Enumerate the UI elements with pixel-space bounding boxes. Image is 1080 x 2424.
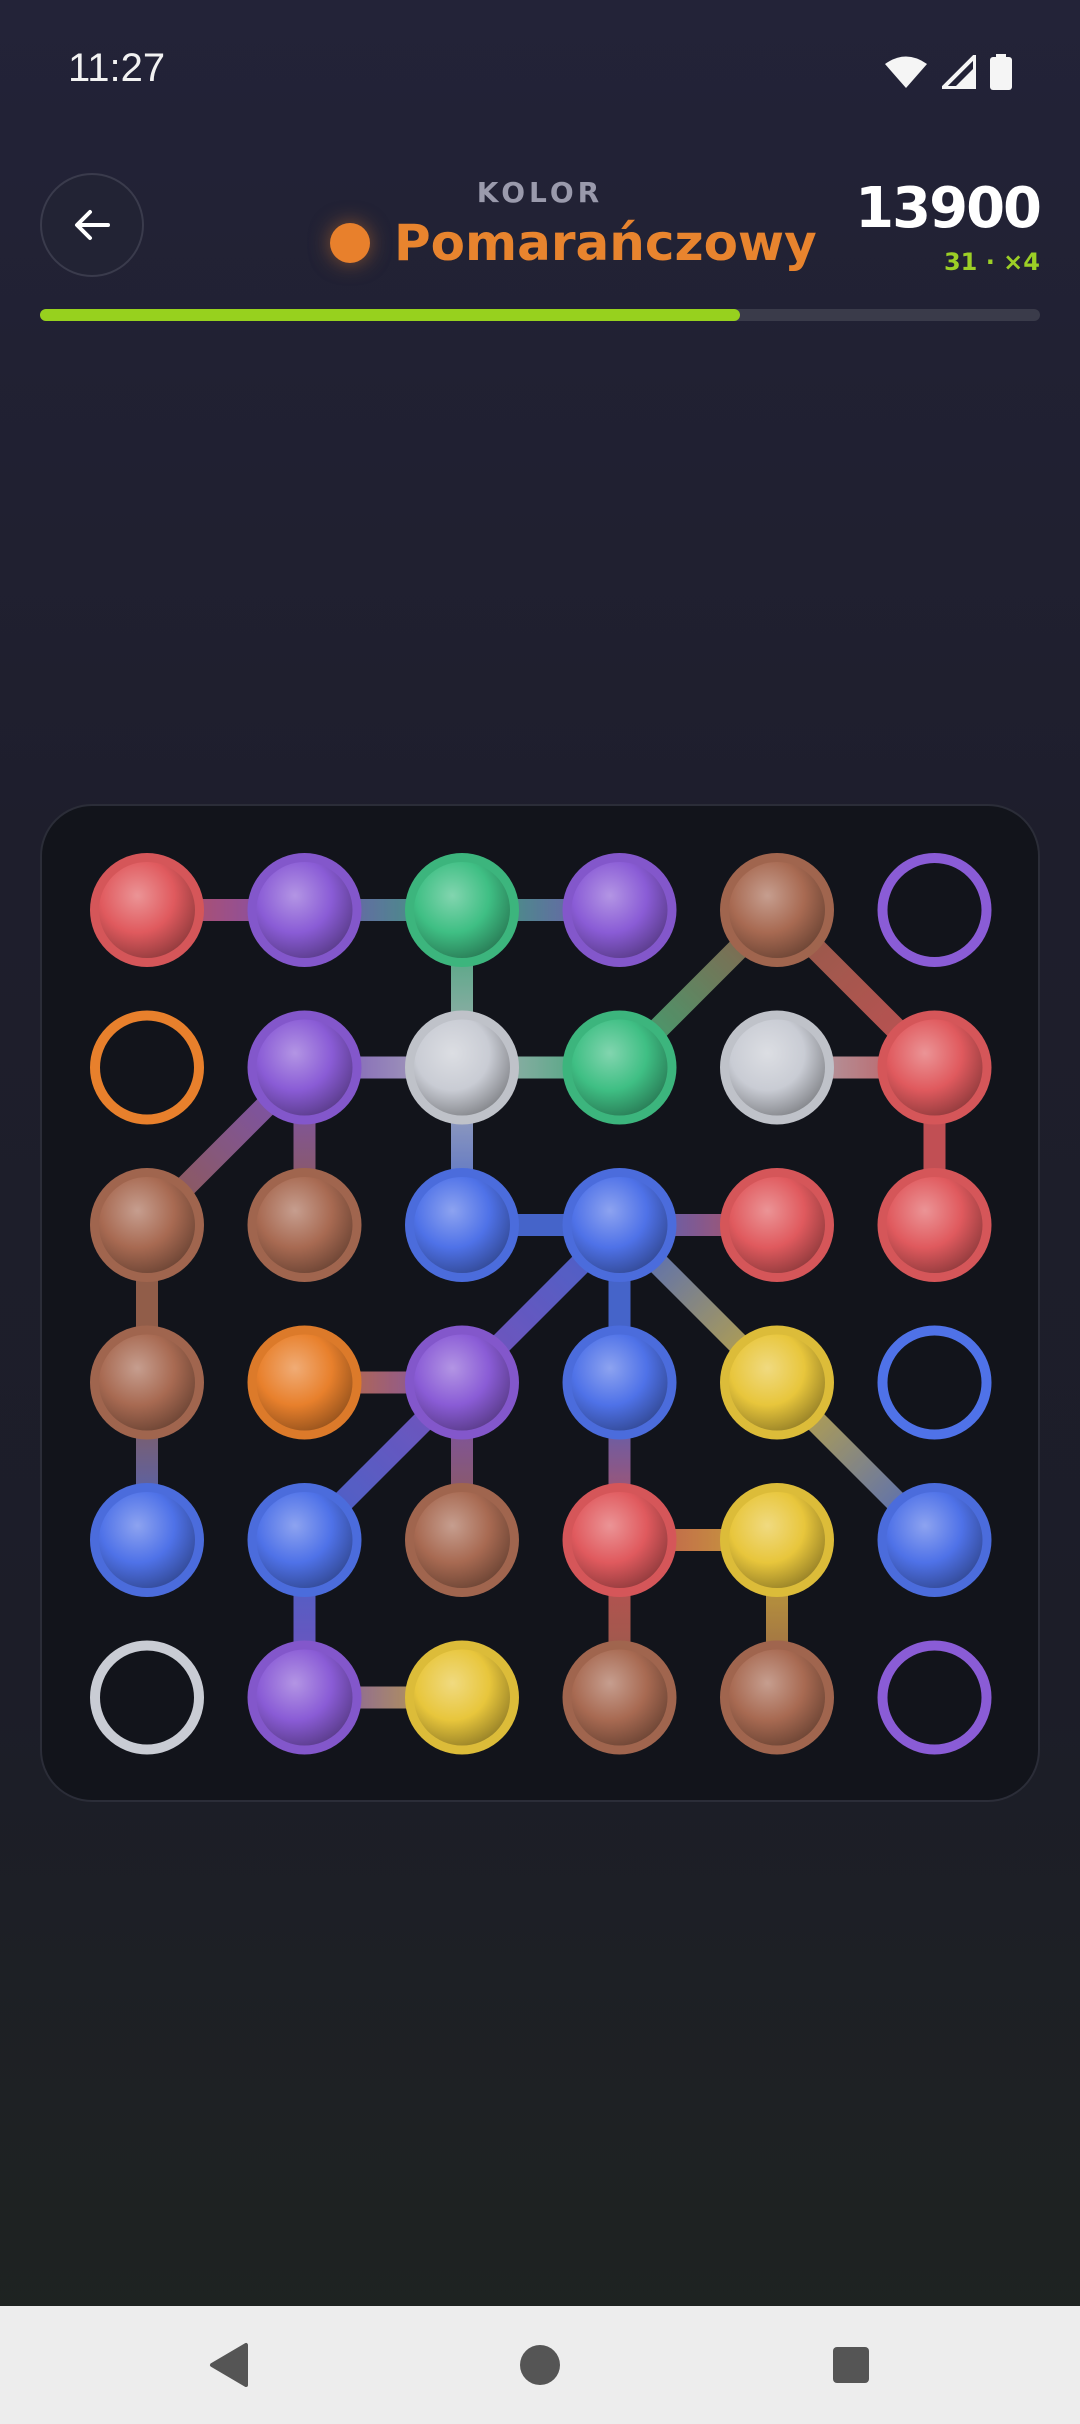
board-node-brown[interactable]	[90, 1325, 204, 1440]
board-node-blue[interactable]	[562, 1168, 677, 1282]
board-node-purple[interactable]	[247, 1640, 362, 1755]
status-bar: 11:27	[0, 0, 1080, 150]
board-node-brown[interactable]	[720, 853, 834, 967]
status-time: 11:27	[68, 46, 166, 90]
board-node-purple-empty[interactable]	[877, 1640, 992, 1755]
board-node-red[interactable]	[562, 1483, 677, 1597]
board-node-brown[interactable]	[247, 1168, 362, 1282]
nav-home-icon	[520, 2345, 560, 2385]
board-node-red[interactable]	[877, 1010, 992, 1125]
cellular-signal-icon	[942, 55, 976, 89]
board-node-purple[interactable]	[562, 853, 677, 967]
board-node-brown[interactable]	[562, 1640, 677, 1755]
board-node-blue[interactable]	[877, 1483, 992, 1597]
board-node-purple[interactable]	[247, 853, 362, 967]
board-node-brown[interactable]	[720, 1640, 834, 1755]
board-node-red[interactable]	[877, 1168, 992, 1282]
game-board[interactable]	[40, 804, 1040, 1802]
score: 13900	[855, 176, 1042, 241]
target-color-name: Pomarańczowy	[394, 214, 817, 272]
board-node-purple[interactable]	[405, 1325, 519, 1440]
board-node-purple[interactable]	[247, 1010, 362, 1125]
progress-bar	[40, 309, 1040, 321]
status-icons	[884, 54, 1012, 90]
board-node-green[interactable]	[405, 853, 519, 967]
board-node-yellow[interactable]	[720, 1483, 834, 1597]
board-node-brown[interactable]	[405, 1483, 519, 1597]
board-node-blue-empty[interactable]	[877, 1325, 992, 1440]
board-node-yellow[interactable]	[405, 1640, 519, 1755]
board-node-orange-empty[interactable]	[90, 1010, 204, 1125]
target-color: Pomarańczowy	[330, 214, 817, 272]
board-node-red[interactable]	[90, 853, 204, 967]
nav-back-button[interactable]	[193, 2330, 263, 2400]
board-node-yellow[interactable]	[720, 1325, 834, 1440]
battery-icon	[990, 54, 1012, 90]
nav-back-icon	[210, 2343, 248, 2387]
board-node-blue[interactable]	[562, 1325, 677, 1440]
board-node-red[interactable]	[720, 1168, 834, 1282]
board-node-purple-empty[interactable]	[877, 853, 992, 967]
progress-fill	[40, 309, 740, 321]
target-color-dot	[330, 223, 370, 263]
board-node-green[interactable]	[562, 1010, 677, 1125]
board-node-white[interactable]	[720, 1010, 834, 1125]
nav-recents-button[interactable]	[816, 2330, 886, 2400]
nav-home-button[interactable]	[505, 2330, 575, 2400]
board-node-blue[interactable]	[247, 1483, 362, 1597]
nav-recents-icon	[833, 2347, 869, 2383]
board-canvas[interactable]	[42, 806, 1038, 1800]
board-node-white-empty[interactable]	[90, 1640, 204, 1755]
wifi-icon	[885, 56, 927, 88]
combo-multiplier: 31 · ×4	[943, 248, 1040, 276]
board-node-blue[interactable]	[90, 1483, 204, 1597]
board-node-white[interactable]	[405, 1010, 519, 1125]
board-node-orange[interactable]	[247, 1325, 362, 1440]
board-node-blue[interactable]	[405, 1168, 519, 1282]
system-nav-bar	[0, 2306, 1080, 2424]
arrow-left-icon	[75, 210, 110, 240]
board-node-brown[interactable]	[90, 1168, 204, 1282]
